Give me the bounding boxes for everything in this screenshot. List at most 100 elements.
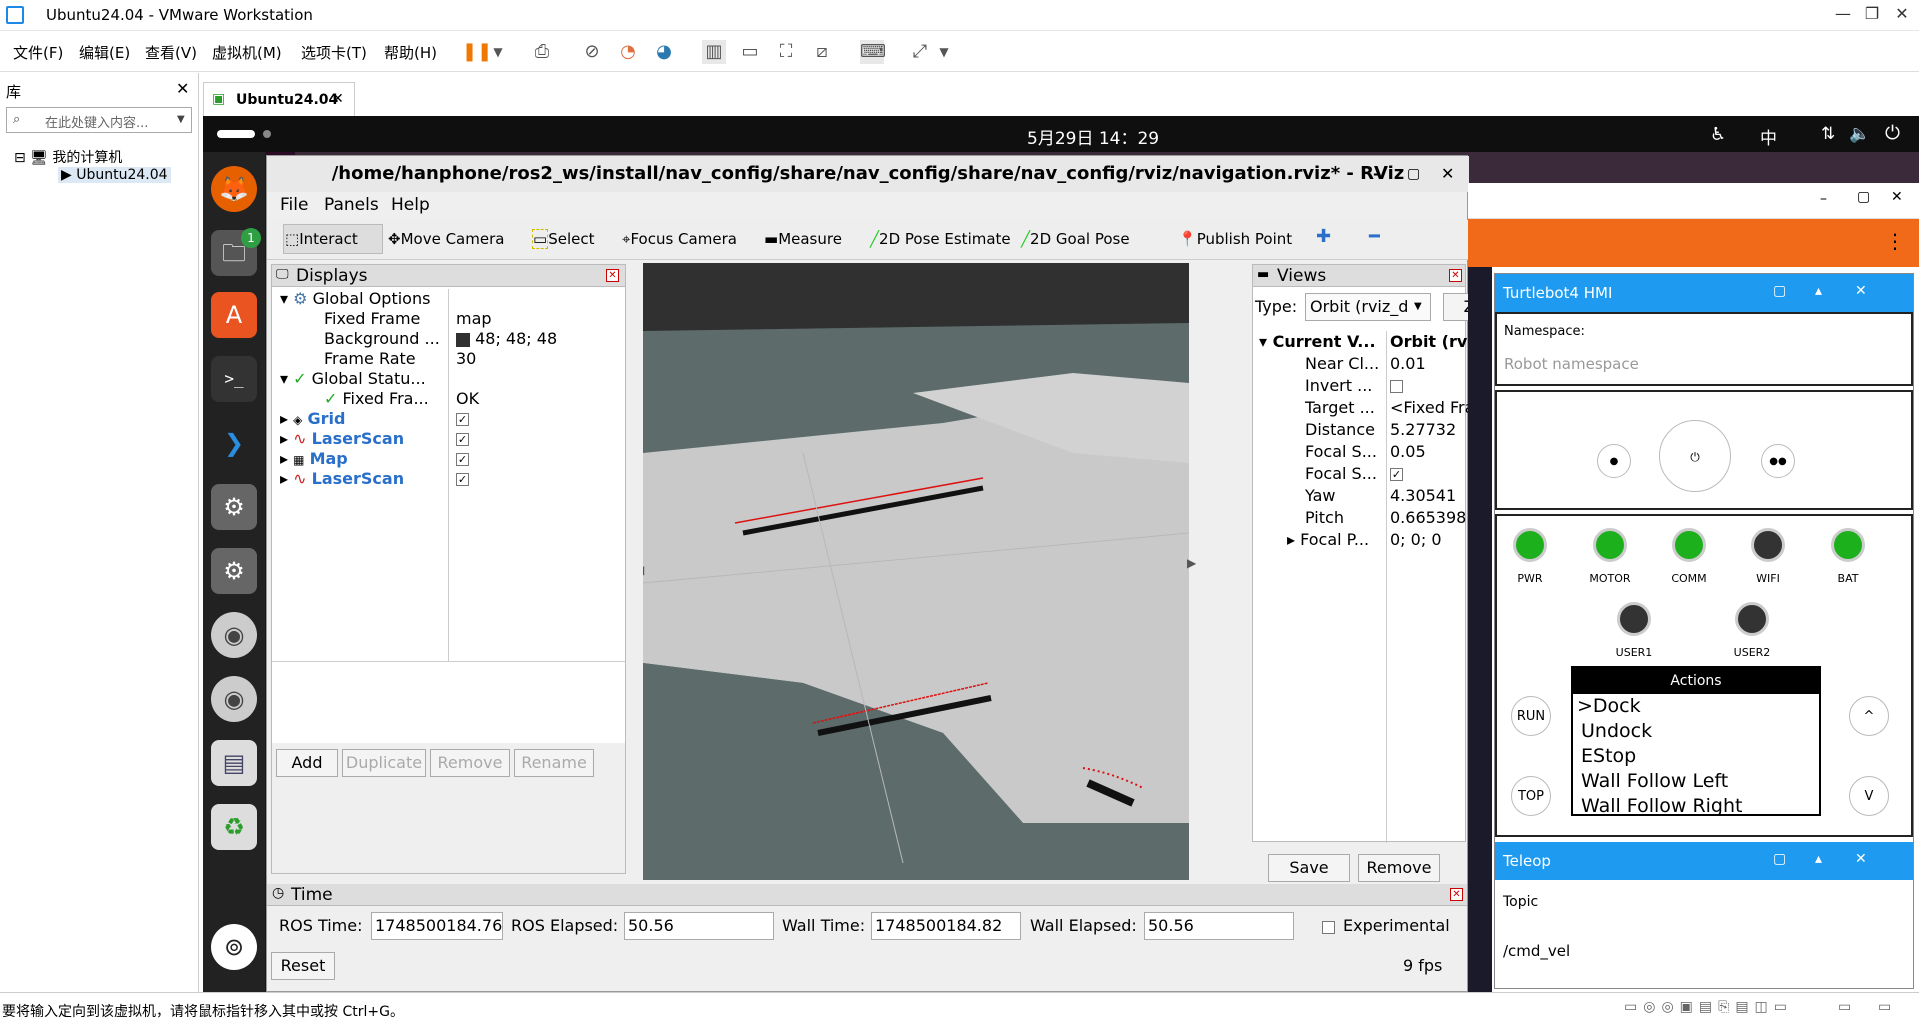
remove-tool-icon[interactable]: ━ bbox=[1369, 226, 1380, 247]
power-icon[interactable]: ⏻ bbox=[1885, 122, 1900, 144]
tree-row-grid[interactable]: ▸ ◈ Grid ✓ bbox=[272, 409, 625, 429]
3d-viewport[interactable]: ◀ bbox=[643, 263, 1189, 880]
reset-button[interactable]: Reset bbox=[271, 952, 335, 980]
tree-row[interactable]: Distance 5.27732 bbox=[1253, 420, 1465, 440]
menu-help[interactable]: 帮助(H) bbox=[384, 42, 437, 63]
tree-row[interactable]: Background ... 48; 48; 48 bbox=[272, 329, 625, 349]
remove-view-button[interactable]: Remove bbox=[1358, 854, 1440, 882]
clock[interactable]: 5月29日 14：29 bbox=[1027, 124, 1159, 149]
tool-publish-point[interactable]: 📍Publish Point bbox=[1178, 230, 1292, 248]
run-button[interactable]: RUN bbox=[1511, 696, 1551, 736]
vscode-icon[interactable]: ❯ bbox=[211, 420, 257, 466]
maximize-button[interactable]: ▢ bbox=[1857, 189, 1870, 205]
send-keys-icon[interactable]: ⎙ bbox=[530, 40, 554, 64]
tool-2d-goal-pose[interactable]: ╱2D Goal Pose bbox=[1021, 230, 1130, 248]
float-icon[interactable]: ▢ bbox=[1773, 283, 1786, 299]
collapse-left-icon[interactable]: ◀ bbox=[643, 563, 644, 577]
top-button[interactable]: TOP bbox=[1511, 776, 1551, 816]
action-item[interactable]: Undock bbox=[1573, 719, 1819, 744]
minimize-button[interactable]: – bbox=[1820, 191, 1827, 207]
chevron-down-icon[interactable]: ▼ bbox=[932, 40, 956, 64]
console-view-icon[interactable]: ⌨ bbox=[860, 40, 886, 64]
message-icon[interactable]: ▭ bbox=[1838, 999, 1851, 1015]
tree-row[interactable]: ✓ Fixed Fra... OK bbox=[272, 389, 625, 409]
duplicate-button[interactable]: Duplicate bbox=[342, 749, 426, 777]
terminal-icon[interactable]: >_ bbox=[211, 356, 257, 402]
tree-row[interactable]: Frame Rate 30 bbox=[272, 349, 625, 369]
save-view-button[interactable]: Save bbox=[1268, 854, 1350, 882]
device-icons[interactable]: ▭◎◎▣▤⎘▤◫▭ bbox=[1624, 999, 1793, 1015]
thumbnail-view-icon[interactable]: ▭ bbox=[738, 40, 762, 64]
action-item[interactable]: Wall Follow Right bbox=[1573, 794, 1819, 814]
tree-row-map[interactable]: ▸ ▦ Map ✓ bbox=[272, 449, 625, 469]
tool-move-camera[interactable]: ✥Move Camera bbox=[388, 230, 504, 248]
minimize-button[interactable]: — bbox=[1828, 4, 1858, 23]
stretch-icon[interactable]: ⤢ bbox=[908, 40, 932, 64]
experimental-checkbox[interactable] bbox=[1322, 921, 1335, 934]
settings-icon[interactable]: ⚙ bbox=[211, 548, 257, 594]
disc-icon[interactable]: ◉ bbox=[211, 676, 257, 722]
tree-row[interactable]: ▾ Current V... Orbit (rviz) bbox=[1253, 332, 1489, 352]
ros-time-field[interactable]: 1748500184.76 bbox=[371, 912, 503, 940]
menu-edit[interactable]: 编辑(E) bbox=[79, 42, 130, 63]
tool-measure[interactable]: ▬Measure bbox=[764, 230, 842, 248]
trash-icon[interactable]: ♻ bbox=[211, 804, 257, 850]
fullscreen-icon[interactable]: ▭ bbox=[1878, 999, 1891, 1015]
close-icon[interactable]: ✕ bbox=[1855, 851, 1867, 867]
settings-icon[interactable]: ⚙ bbox=[211, 484, 257, 530]
menu-panels[interactable]: Panels bbox=[324, 195, 379, 215]
activities-indicator[interactable] bbox=[217, 130, 255, 138]
tool-interact[interactable]: ⬚Interact bbox=[285, 230, 358, 248]
ubuntu-logo-icon[interactable]: ⊚ bbox=[211, 924, 257, 970]
float-icon[interactable]: ▢ bbox=[1773, 851, 1786, 867]
menu-view[interactable]: 查看(V) bbox=[145, 42, 197, 63]
network-icon[interactable]: ⇅ bbox=[1821, 124, 1835, 144]
tree-row[interactable]: ▸ Focal P... 0; 0; 0 bbox=[1253, 530, 1465, 550]
library-view-icon[interactable]: ▥ bbox=[702, 40, 726, 64]
disc-icon[interactable]: ◉ bbox=[211, 612, 257, 658]
close-icon[interactable]: ✕ bbox=[606, 269, 619, 282]
add-button[interactable]: Add bbox=[276, 749, 338, 777]
wall-time-field[interactable]: 1748500184.82 bbox=[871, 912, 1021, 940]
unity-icon[interactable]: ⧄ bbox=[810, 40, 834, 64]
menu-file[interactable]: File bbox=[280, 195, 308, 215]
action-item[interactable]: Wall Follow Left bbox=[1573, 769, 1819, 794]
tree-row[interactable]: ▾ ⚙ Global Options bbox=[272, 289, 625, 309]
add-tool-icon[interactable]: ✚ bbox=[1316, 226, 1331, 247]
namespace-input[interactable]: Robot namespace bbox=[1504, 352, 1899, 376]
tree-row[interactable]: Focal S... 0.05 bbox=[1253, 442, 1465, 462]
down-button[interactable]: V bbox=[1849, 776, 1889, 816]
document-icon[interactable]: ▤ bbox=[211, 740, 257, 786]
app-center-icon[interactable]: A bbox=[211, 292, 257, 338]
chevron-down-icon[interactable]: ▼ bbox=[486, 40, 510, 64]
tree-row[interactable]: Near Cl... 0.01 bbox=[1253, 354, 1465, 374]
tree-row[interactable]: Invert ... bbox=[1253, 376, 1465, 396]
tree-row[interactable]: Focal S... ✓ bbox=[1253, 464, 1465, 484]
close-icon[interactable]: ✕ bbox=[1450, 888, 1463, 901]
minimize-button[interactable]: – bbox=[1373, 156, 1381, 192]
wall-elapsed-field[interactable]: 50.56 bbox=[1144, 912, 1294, 940]
firefox-icon[interactable]: 🦊 bbox=[211, 166, 257, 212]
ros-elapsed-field[interactable]: 50.56 bbox=[624, 912, 774, 940]
button-1[interactable]: ● bbox=[1597, 444, 1631, 478]
volume-icon[interactable]: 🔈 bbox=[1849, 124, 1870, 144]
topic-input[interactable]: /cmd_vel bbox=[1503, 942, 1570, 960]
maximize-button[interactable]: ❐ bbox=[1857, 4, 1887, 23]
tree-my-computer[interactable]: ⊟ 🖥 我的计算机 bbox=[14, 147, 122, 167]
close-button[interactable]: ✕ bbox=[1887, 4, 1917, 23]
collapse-right-icon[interactable]: ▶ bbox=[1187, 556, 1196, 570]
snapshot-manager-icon[interactable]: ◕ bbox=[652, 40, 676, 64]
actions-list[interactable]: Actions >Dock Undock EStop Wall Follow L… bbox=[1571, 666, 1821, 816]
input-method[interactable]: 中 bbox=[1760, 124, 1777, 149]
collapse-icon[interactable]: ▴ bbox=[1815, 851, 1822, 867]
close-button[interactable]: ✕ bbox=[1441, 156, 1454, 192]
maximize-button[interactable]: ▢ bbox=[1407, 156, 1420, 192]
tool-focus-camera[interactable]: ⌖Focus Camera bbox=[622, 230, 737, 248]
menu-file[interactable]: 文件(F) bbox=[13, 42, 63, 63]
rename-button[interactable]: Rename bbox=[514, 749, 594, 777]
tree-row[interactable]: Target ... <Fixed Frame> bbox=[1253, 398, 1513, 418]
tool-select[interactable]: ▭Select bbox=[532, 229, 594, 249]
close-icon[interactable]: ✕ bbox=[1855, 283, 1867, 299]
tree-row[interactable]: Pitch 0.665398 bbox=[1253, 508, 1466, 528]
tree-ubuntu-vm[interactable]: ▶ Ubuntu24.04 bbox=[58, 167, 171, 183]
